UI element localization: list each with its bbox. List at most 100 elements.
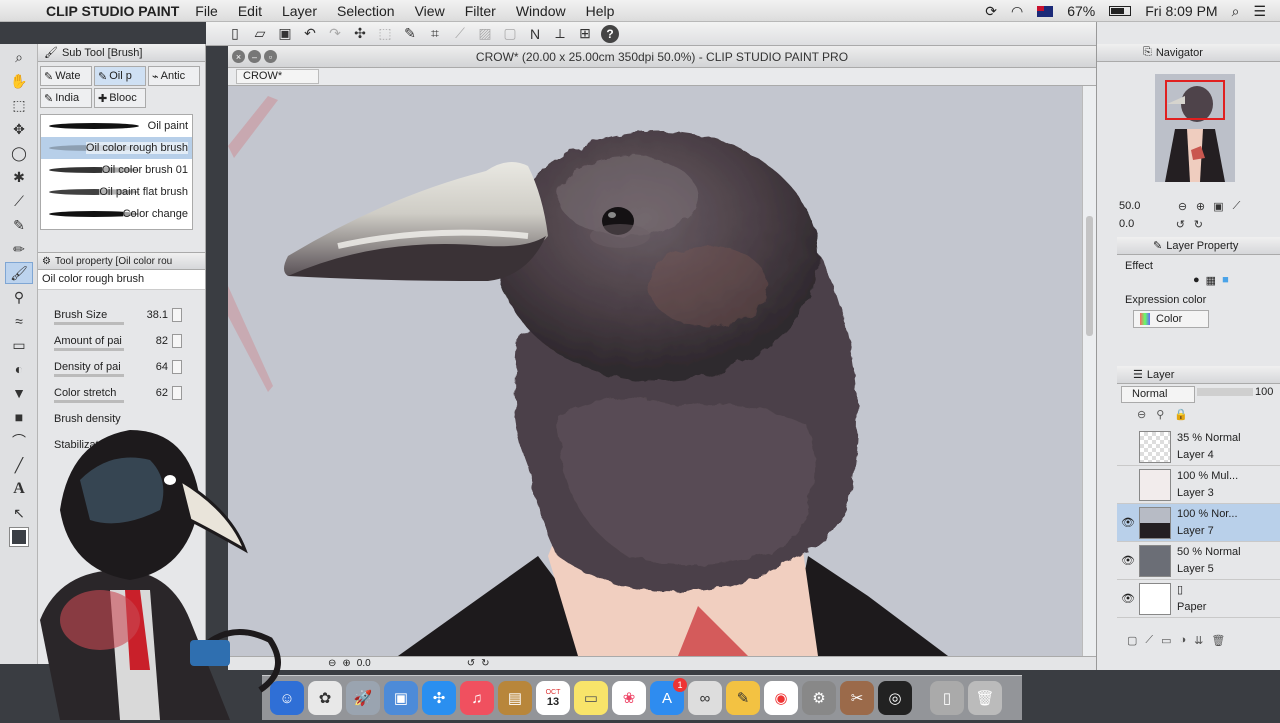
undo-icon[interactable]: ↶: [301, 25, 319, 43]
itunes-icon[interactable]: ♫: [460, 681, 494, 715]
menu-view[interactable]: View: [415, 3, 445, 19]
new-folder-icon[interactable]: ▭: [1161, 634, 1171, 647]
nav-zoom-value[interactable]: 50.0: [1119, 200, 1140, 212]
fill-icon[interactable]: ▨: [476, 25, 494, 43]
prop-value[interactable]: 62: [138, 387, 168, 399]
brush-tool-icon[interactable]: 🖌: [5, 262, 33, 284]
menu-filter[interactable]: Filter: [465, 3, 496, 19]
lock-icon[interactable]: 🔒: [1174, 408, 1188, 421]
reference-icon[interactable]: ⚲: [1156, 408, 1164, 421]
ibooks-icon[interactable]: ▤: [498, 681, 532, 715]
merge-icon[interactable]: ⇊: [1194, 634, 1203, 647]
open-file-icon[interactable]: ▱: [251, 25, 269, 43]
layer-color-icon[interactable]: ■: [1222, 274, 1229, 287]
scrollbar-thumb[interactable]: [1086, 216, 1093, 336]
brush-item[interactable]: Oil paint flat brush: [41, 181, 192, 203]
subtool-tab-blood[interactable]: ✚ Blooc: [94, 88, 146, 108]
lasso-fill-icon[interactable]: ✎: [401, 25, 419, 43]
zoom-value[interactable]: 0.0: [357, 658, 371, 669]
nav-flip-icon[interactable]: ⟋: [1230, 200, 1242, 212]
color-stretch-slider[interactable]: Color stretch 62: [38, 380, 205, 406]
layer-row[interactable]: 100 % Mul... Layer 3: [1117, 466, 1280, 504]
notes-icon[interactable]: ▭: [574, 681, 608, 715]
auto-select-tool-icon[interactable]: ✱: [5, 166, 33, 188]
pencil-tool-icon[interactable]: ✏: [5, 238, 33, 260]
visibility-eye-icon[interactable]: 👁: [1121, 554, 1135, 567]
nav-rotation-value[interactable]: 0.0: [1119, 218, 1134, 230]
zoom-tool-icon[interactable]: ⌕: [5, 46, 33, 68]
navigator-view-rect[interactable]: [1165, 80, 1225, 120]
new-layer-icon[interactable]: ▢: [1127, 634, 1137, 647]
photos-icon[interactable]: ✿: [308, 681, 342, 715]
menu-file[interactable]: File: [195, 3, 218, 19]
airbrush-tool-icon[interactable]: ⚲: [5, 286, 33, 308]
layer-row[interactable]: 👁 50 % Normal Layer 5: [1117, 542, 1280, 580]
selection-tool-icon[interactable]: ⬚: [5, 94, 33, 116]
opacity-slider[interactable]: [1197, 388, 1253, 396]
clip-icon[interactable]: ⊖: [1137, 408, 1146, 421]
vertical-scrollbar[interactable]: [1082, 86, 1096, 656]
close-icon[interactable]: ×: [232, 50, 245, 63]
snap-grid-icon[interactable]: ⊞: [576, 25, 594, 43]
prop-value[interactable]: 64: [138, 361, 168, 373]
app-name-menu[interactable]: CLIP STUDIO PAINT: [46, 3, 179, 19]
stepper-icon[interactable]: [172, 360, 182, 374]
border-effect-icon[interactable]: ●: [1193, 274, 1200, 287]
photos-app-icon[interactable]: ❀: [612, 681, 646, 715]
fill-tool-icon[interactable]: ▼: [5, 382, 33, 404]
mask-icon[interactable]: ◑: [1180, 634, 1187, 647]
layer-row[interactable]: 👁 ▯ Paper: [1117, 580, 1280, 618]
stepper-icon[interactable]: [172, 386, 182, 400]
clock[interactable]: Fri 8:09 PM: [1145, 3, 1217, 19]
zoom-out-icon[interactable]: ⊖: [328, 658, 336, 669]
clear-icon[interactable]: ⟋: [451, 25, 469, 43]
snap-special-ruler-icon[interactable]: ⟂: [551, 25, 569, 43]
new-file-icon[interactable]: ▯: [226, 25, 244, 43]
canvas-artwork[interactable]: [228, 86, 1080, 656]
script-editor-icon[interactable]: ✂: [840, 681, 874, 715]
preview-icon[interactable]: ▣: [384, 681, 418, 715]
new-vector-layer-icon[interactable]: ⟋: [1145, 634, 1153, 647]
launchpad-icon[interactable]: 🚀: [346, 681, 380, 715]
opacity-value[interactable]: 100: [1255, 386, 1273, 398]
maximize-icon[interactable]: ▫: [264, 50, 277, 63]
visibility-eye-icon[interactable]: 👁: [1121, 592, 1135, 605]
navigator-preview[interactable]: [1155, 74, 1235, 182]
eraser-tool-icon[interactable]: ▭: [5, 334, 33, 356]
menu-help[interactable]: Help: [586, 3, 615, 19]
pen-tool-icon[interactable]: ✎: [5, 214, 33, 236]
menu-window[interactable]: Window: [516, 3, 566, 19]
brush-size-slider[interactable]: Brush Size 38.1: [38, 302, 205, 328]
stepper-icon[interactable]: [172, 334, 182, 348]
documents-stack-icon[interactable]: ▯: [930, 681, 964, 715]
zoom-in-icon[interactable]: ⊕: [342, 658, 350, 669]
brush-item[interactable]: Color change: [41, 203, 192, 225]
subtool-tab-watercolor[interactable]: ✎ Wate: [40, 66, 92, 86]
notification-center-icon[interactable]: ☰: [1253, 3, 1266, 20]
app-store-icon[interactable]: A 1: [650, 678, 687, 715]
spotlight-search-icon[interactable]: ⌕: [1232, 3, 1240, 20]
menu-layer[interactable]: Layer: [282, 3, 317, 19]
stepper-icon[interactable]: [172, 308, 182, 322]
save-icon[interactable]: ▣: [276, 25, 294, 43]
subtool-tab-antique[interactable]: ⌁ Antic: [148, 66, 200, 86]
system-preferences-icon[interactable]: ⚙: [802, 681, 836, 715]
brush-item-selected[interactable]: Oil color rough brush: [41, 137, 192, 159]
obs-icon[interactable]: ◎: [878, 681, 912, 715]
rotate-right-icon[interactable]: ↻: [481, 658, 489, 669]
minimize-icon[interactable]: –: [248, 50, 261, 63]
outside-icon[interactable]: ▢: [501, 25, 519, 43]
battery-icon[interactable]: [1109, 6, 1132, 16]
brush-item[interactable]: Oil paint: [41, 115, 192, 137]
help-icon[interactable]: ?: [601, 24, 619, 43]
nav-zoom-in-icon[interactable]: ⊕: [1194, 200, 1206, 213]
wifi-icon[interactable]: ◠: [1011, 3, 1023, 20]
menu-edit[interactable]: Edit: [238, 3, 262, 19]
sync-icon[interactable]: ⟳: [985, 3, 997, 20]
nav-zoom-out-icon[interactable]: ⊖: [1176, 200, 1188, 213]
crop-icon[interactable]: ⌗: [426, 25, 444, 43]
safari-icon[interactable]: ✣: [422, 681, 456, 715]
expression-color-select[interactable]: Color: [1133, 310, 1209, 328]
nav-rotate-left-icon[interactable]: ↺: [1174, 218, 1186, 231]
clip-studio-icon[interactable]: ∞: [688, 681, 722, 715]
